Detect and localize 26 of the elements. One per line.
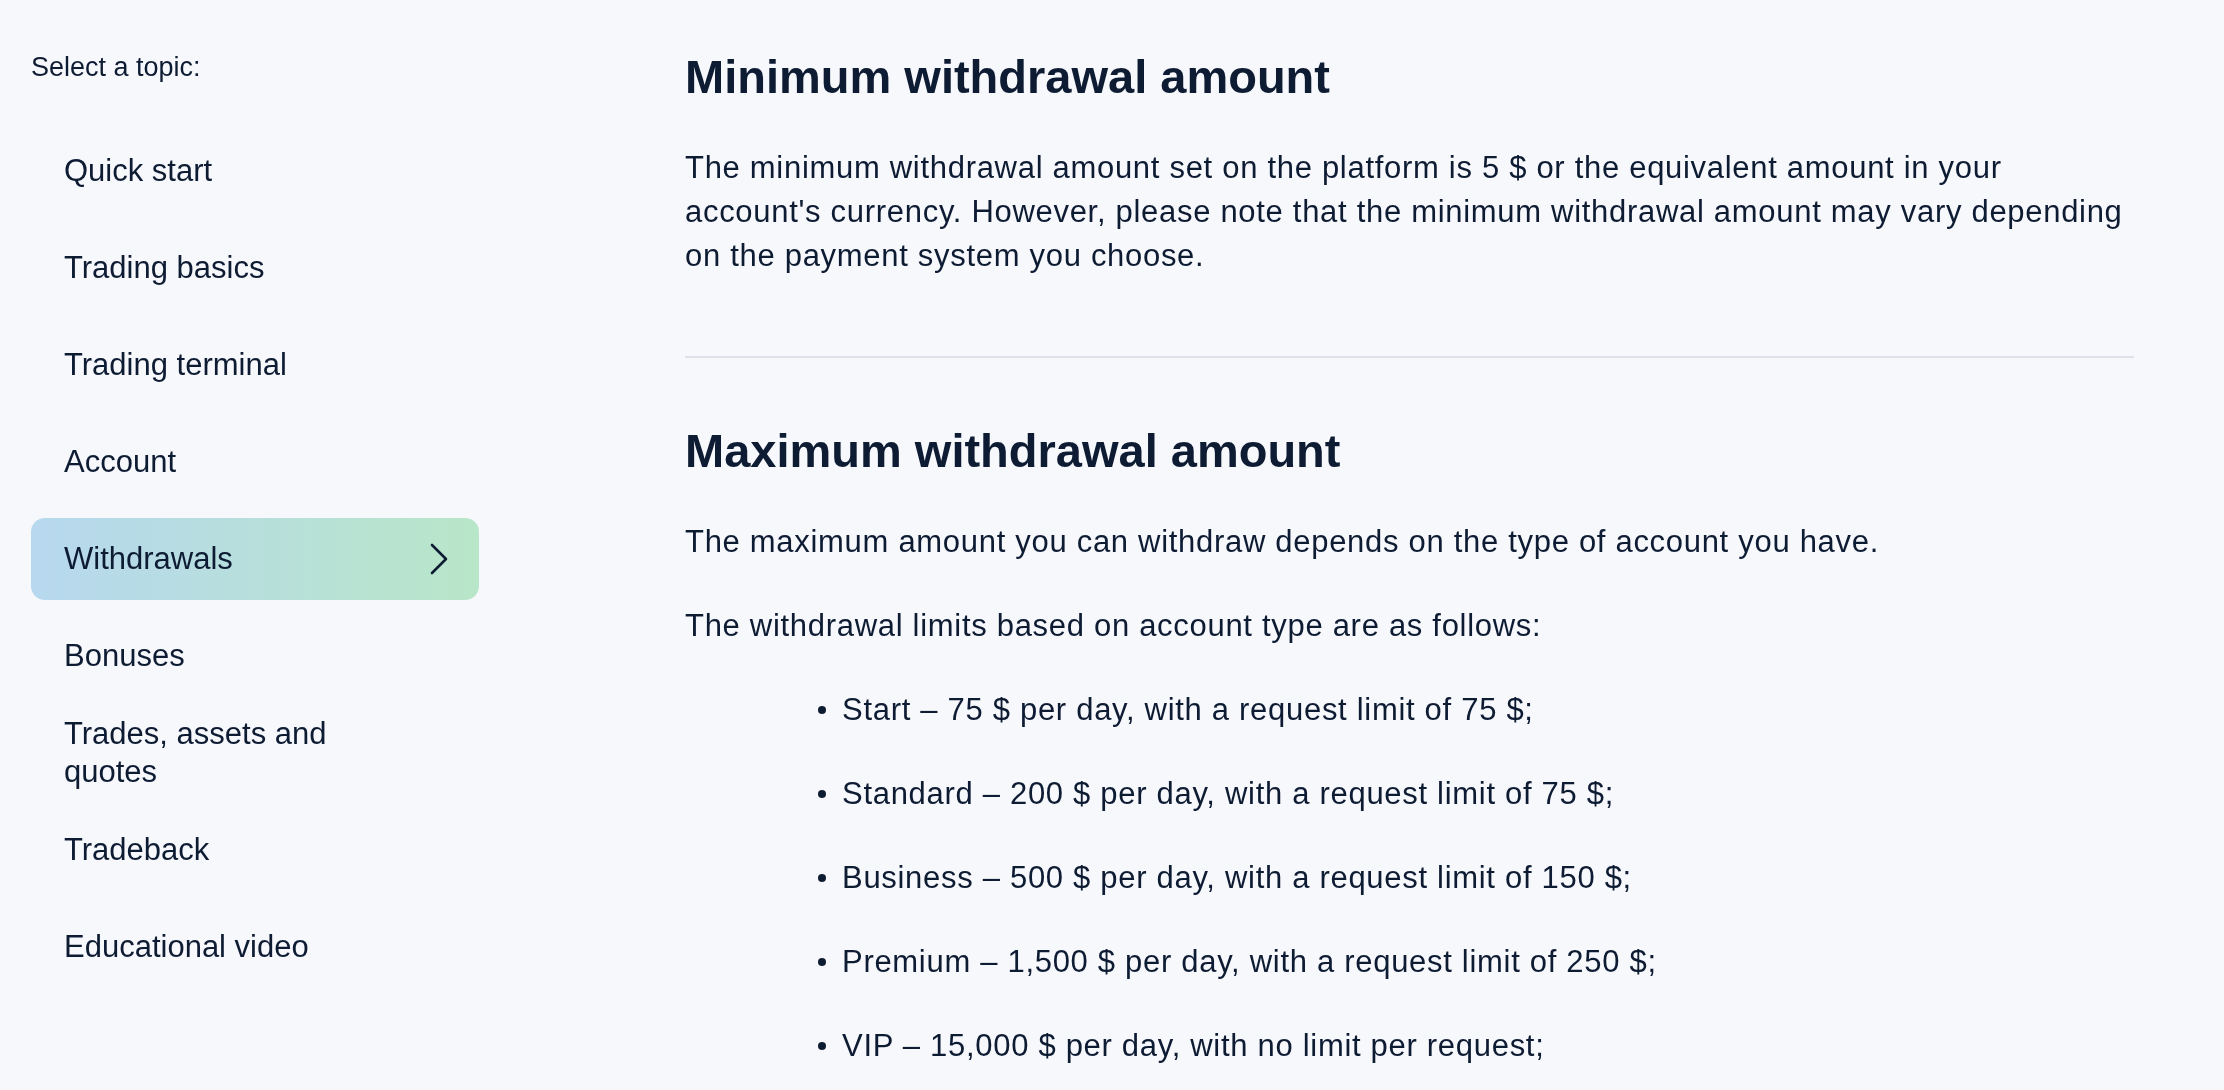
paragraph: The minimum withdrawal amount set on the platform is 5 $ or the equivalent amount in your account's currency. However, please note that the minimum withdrawal amount may vary depending on the payment system you choose.: [685, 149, 2124, 275]
list-item: Standard – 200 $ per day, with a request limit of 75 $;: [842, 775, 1615, 813]
section-heading: Maximum withdrawal amount: [685, 423, 1342, 479]
topic-item[interactable]: Quick start: [31, 130, 479, 212]
topic-item[interactable]: Tradeback: [31, 809, 479, 891]
section-heading: Minimum withdrawal amount: [685, 49, 1331, 105]
topic-item[interactable]: Trading terminal: [31, 324, 479, 406]
bullet-icon: [818, 874, 826, 882]
topic-item[interactable]: Withdrawals: [31, 518, 479, 600]
list-item: Business – 500 $ per day, with a request limit of 150 $;: [842, 859, 1632, 897]
topic-item[interactable]: Trades, assets and quotes: [31, 712, 479, 794]
sidebar-title: Select a topic:: [31, 51, 202, 84]
topic-item[interactable]: Account: [31, 421, 479, 503]
topic-item[interactable]: Bonuses: [31, 615, 479, 697]
bullet-icon: [818, 958, 826, 966]
list-item: Premium – 1,500 $ per day, with a request limit of 250 $;: [842, 943, 1657, 981]
list-item: VIP – 15,000 $ per day, with no limit per request;: [842, 1027, 1545, 1065]
topic-item[interactable]: Educational video: [31, 906, 479, 988]
paragraph: The withdrawal limits based on account type are as follows:: [685, 607, 1543, 645]
bullet-icon: [818, 706, 826, 714]
topic-item[interactable]: Trading basics: [31, 227, 479, 309]
list-item: Start – 75 $ per day, with a request limit of 75 $;: [842, 691, 1534, 729]
paragraph: The maximum amount you can withdraw depends on the type of account you have.: [685, 523, 1880, 561]
bullet-icon: [818, 790, 826, 798]
chevron-right-icon: [429, 542, 449, 576]
bullet-icon: [818, 1042, 826, 1050]
